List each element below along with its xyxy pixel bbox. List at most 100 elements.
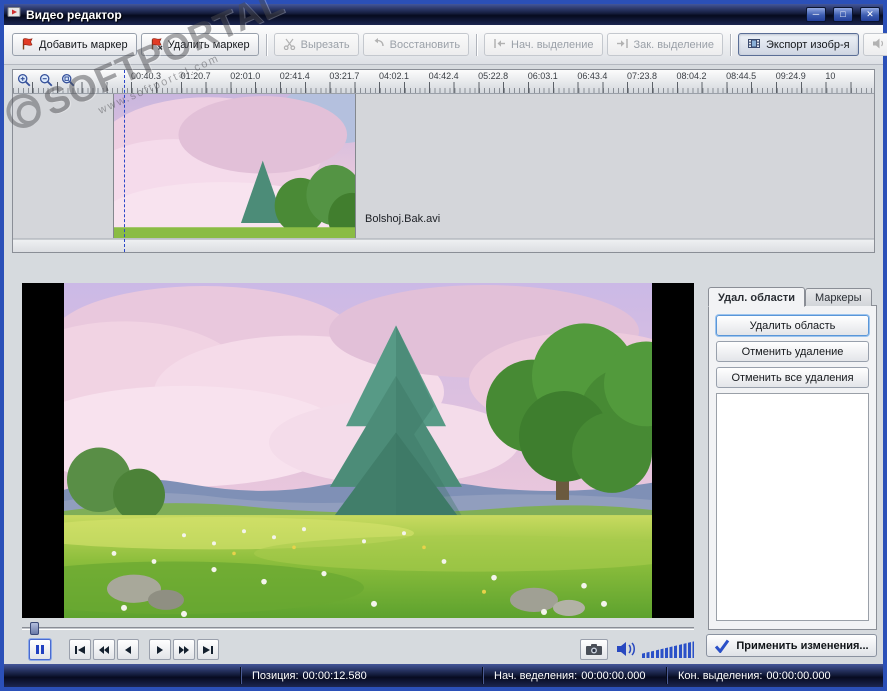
apply-changes-button[interactable]: Применить изменения... bbox=[706, 634, 877, 657]
skip-start-button[interactable] bbox=[69, 639, 91, 660]
delete-area-button[interactable]: Удалить область bbox=[716, 315, 869, 336]
export-image-icon bbox=[747, 37, 761, 53]
timeline-tick-labels: 00:40.3 01:20.7 02:01.0 02:41.4 03:21.7 … bbox=[131, 71, 874, 81]
playhead-line[interactable] bbox=[124, 70, 125, 252]
tick-label: 05:22.8 bbox=[478, 71, 509, 81]
selection-end-icon bbox=[616, 37, 629, 53]
tick-label: 00:40.3 bbox=[131, 71, 162, 81]
button-label: Зак. выделение bbox=[633, 38, 714, 51]
tick-label: 04:42.4 bbox=[428, 71, 459, 81]
selection-start-value: 00:00:00.000 bbox=[581, 669, 646, 682]
zoom-fit-icon[interactable] bbox=[61, 73, 77, 89]
checkmark-icon bbox=[715, 639, 730, 653]
video-frame bbox=[64, 283, 652, 618]
status-selection-start: Нач. веделения: 00:00:00.000 bbox=[484, 670, 666, 682]
tick-label: 04:02.1 bbox=[378, 71, 409, 81]
tick-label: 07:23.8 bbox=[626, 71, 657, 81]
video-preview bbox=[22, 283, 694, 618]
button-label: Вырезать bbox=[300, 38, 350, 51]
selection-start-label: Нач. веделения: bbox=[494, 669, 578, 682]
position-label: Позиция: bbox=[252, 669, 299, 682]
timeline-scrollbar[interactable] bbox=[13, 239, 874, 252]
rewind-button[interactable] bbox=[93, 639, 115, 660]
button-label: Нач. выделение bbox=[511, 38, 594, 51]
clip-thumbnail[interactable] bbox=[113, 94, 356, 238]
zoom-out-icon[interactable] bbox=[39, 73, 55, 89]
main-area: Удал. области Маркеры Удалить область От… bbox=[4, 257, 883, 664]
undo-delete-button[interactable]: Отменить удаление bbox=[716, 341, 869, 362]
step-forward-button[interactable] bbox=[149, 639, 171, 660]
add-marker-flag-icon bbox=[21, 37, 34, 53]
transport-controls bbox=[4, 638, 700, 662]
skip-end-button[interactable] bbox=[197, 639, 219, 660]
tab-markers[interactable]: Маркеры bbox=[804, 288, 872, 306]
add-marker-button[interactable]: Добавить маркер bbox=[12, 33, 137, 56]
apply-changes-label: Применить изменения... bbox=[736, 639, 869, 652]
fast-forward-button[interactable] bbox=[173, 639, 195, 660]
delete-marker-flag-icon bbox=[150, 37, 163, 53]
toolbar-separator bbox=[730, 33, 731, 56]
app-icon bbox=[7, 5, 21, 24]
seek-slider[interactable] bbox=[22, 622, 694, 635]
deleted-areas-panel: Удалить область Отменить удаление Отмени… bbox=[708, 305, 877, 630]
export-audio-button: Экспорт аудио bbox=[862, 33, 887, 56]
status-selection-end: Кон. выделения: 00:00:00.000 bbox=[668, 670, 841, 682]
selection-start-button: Нач. выделение bbox=[484, 33, 603, 56]
restore-icon bbox=[372, 37, 385, 53]
tick-label: 01:20.7 bbox=[180, 71, 211, 81]
selection-start-icon bbox=[493, 37, 506, 53]
minimize-button[interactable]: ─ bbox=[806, 7, 826, 22]
cut-icon bbox=[283, 37, 296, 53]
title-bar: Видео редактор ─ □ ✕ bbox=[4, 4, 883, 25]
selection-end-value: 00:00:00.000 bbox=[766, 669, 831, 682]
window-title: Видео редактор bbox=[26, 7, 122, 22]
timeline-track[interactable]: Bolshoj.Bak.avi bbox=[13, 94, 874, 239]
seek-groove bbox=[22, 627, 694, 630]
tick-label: 08:04.2 bbox=[676, 71, 707, 81]
tick-label: 03:21.7 bbox=[329, 71, 360, 81]
tick-label: 02:01.0 bbox=[230, 71, 261, 81]
restore-button: Восстановить bbox=[362, 33, 470, 56]
delete-marker-button[interactable]: Удалить маркер bbox=[140, 33, 259, 56]
export-audio-icon bbox=[872, 37, 885, 53]
pause-button[interactable] bbox=[29, 639, 51, 660]
toolbar: Добавить маркер Удалить маркер Вырезать … bbox=[4, 25, 887, 65]
tick-label: 06:43.4 bbox=[577, 71, 608, 81]
selection-end-button: Зак. выделение bbox=[606, 33, 723, 56]
snapshot-button[interactable] bbox=[580, 639, 608, 660]
selection-end-label: Кон. выделения: bbox=[678, 669, 763, 682]
maximize-button[interactable]: □ bbox=[833, 7, 853, 22]
status-bar: Позиция: 00:00:12.580 Нач. веделения: 00… bbox=[4, 664, 883, 687]
timeline-panel: 00:40.3 01:20.7 02:01.0 02:41.4 03:21.7 … bbox=[12, 69, 875, 253]
button-label: Восстановить bbox=[389, 38, 461, 51]
app-window: Видео редактор ─ □ ✕ Добавить маркер Уда… bbox=[0, 0, 887, 691]
button-label: Экспорт изобр-я bbox=[766, 38, 850, 51]
tick-label: 06:03.1 bbox=[527, 71, 558, 81]
tick-label: 09:24.9 bbox=[775, 71, 806, 81]
seek-thumb[interactable] bbox=[30, 622, 39, 635]
close-button[interactable]: ✕ bbox=[860, 7, 880, 22]
timeline-zoom-tools bbox=[17, 73, 77, 89]
ruler-major-ticks bbox=[32, 82, 874, 93]
tab-deleted-areas[interactable]: Удал. области bbox=[708, 287, 805, 307]
tick-label: 10 bbox=[825, 71, 836, 81]
zoom-in-icon[interactable] bbox=[17, 73, 33, 89]
camera-icon bbox=[586, 644, 602, 655]
toolbar-separator bbox=[265, 33, 267, 56]
speaker-icon[interactable] bbox=[616, 641, 636, 662]
export-image-button[interactable]: Экспорт изобр-я bbox=[738, 33, 859, 56]
timeline-ruler[interactable]: 00:40.3 01:20.7 02:01.0 02:41.4 03:21.7 … bbox=[13, 70, 874, 94]
toolbar-separator bbox=[476, 33, 478, 56]
position-value: 00:00:12.580 bbox=[302, 669, 367, 682]
button-label: Добавить маркер bbox=[39, 38, 128, 51]
undo-all-deletes-button[interactable]: Отменить все удаления bbox=[716, 367, 869, 388]
preview-column bbox=[4, 257, 700, 664]
deleted-areas-list[interactable] bbox=[716, 393, 869, 621]
button-label: Удалить маркер bbox=[167, 38, 250, 51]
panel-tabs: Удал. области Маркеры bbox=[708, 285, 877, 307]
side-panel: Удал. области Маркеры Удалить область От… bbox=[700, 257, 883, 664]
tick-label: 08:44.5 bbox=[726, 71, 757, 81]
volume-bars[interactable] bbox=[642, 641, 694, 658]
tick-label: 02:41.4 bbox=[279, 71, 310, 81]
step-back-button[interactable] bbox=[117, 639, 139, 660]
